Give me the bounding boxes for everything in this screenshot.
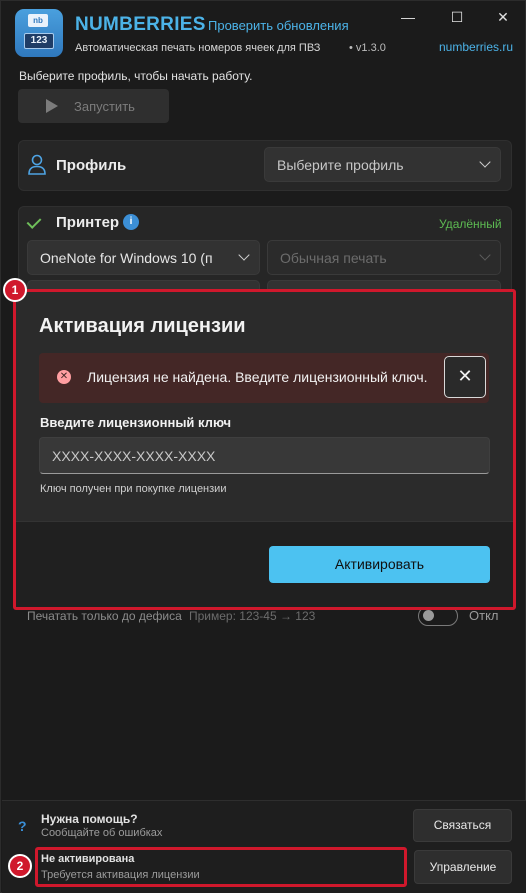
license-key-help: Ключ получен при покупке лицензии bbox=[40, 483, 227, 495]
website-link[interactable]: numberries.ru bbox=[439, 40, 513, 54]
logo-nb-text: nb bbox=[28, 14, 48, 27]
printer-select-value: OneNote for Windows 10 (п bbox=[40, 250, 213, 266]
app-title: NUMBERRIES bbox=[75, 14, 206, 35]
contact-button[interactable]: Связаться bbox=[413, 809, 512, 842]
play-icon bbox=[46, 99, 58, 113]
dash-setting-label: Печатать только до дефиса bbox=[27, 609, 182, 623]
print-mode-value: Обычная печать bbox=[280, 250, 387, 266]
maximize-button[interactable]: ☐ bbox=[445, 5, 469, 29]
license-status-title: Не активирована bbox=[41, 853, 135, 865]
help-title: Нужна помощь? bbox=[41, 812, 138, 826]
close-icon[interactable]: ✕ bbox=[444, 356, 486, 398]
error-icon: ✕ bbox=[57, 370, 71, 384]
question-icon: ? bbox=[18, 818, 27, 834]
activate-button[interactable]: Активировать bbox=[269, 546, 490, 583]
chevron-down-icon bbox=[479, 249, 491, 261]
profile-select[interactable]: Выберите профиль bbox=[264, 147, 501, 182]
error-message: Лицензия не найдена. Введите лицензионны… bbox=[87, 369, 428, 385]
marker-badge-2: 2 bbox=[8, 854, 32, 878]
info-icon[interactable]: i bbox=[123, 214, 139, 230]
license-key-label: Введите лицензионный ключ bbox=[40, 415, 232, 430]
chevron-down-icon bbox=[238, 249, 250, 261]
marker-badge-1: 1 bbox=[3, 278, 27, 302]
app-window: nb 123 NUMBERRIES Проверить обновления А… bbox=[0, 0, 526, 893]
toggle-state-label: Откл bbox=[469, 608, 499, 623]
printer-label: Принтер bbox=[56, 214, 120, 231]
app-version: • v1.3.0 bbox=[349, 42, 386, 54]
run-button-label: Запустить bbox=[74, 99, 135, 114]
license-status-subtitle: Требуется активация лицензии bbox=[41, 869, 200, 881]
dash-setting-example: Пример: 123-45 → 123 bbox=[189, 609, 316, 623]
close-window-button[interactable]: ✕ bbox=[491, 5, 515, 29]
start-hint: Выберите профиль, чтобы начать работу. bbox=[19, 69, 253, 83]
license-key-input[interactable] bbox=[39, 437, 490, 474]
dialog-title: Активация лицензии bbox=[39, 315, 246, 337]
chevron-down-icon bbox=[479, 156, 491, 168]
logo-number-text: 123 bbox=[24, 33, 54, 49]
user-icon bbox=[28, 154, 46, 175]
print-mode-select[interactable]: Обычная печать bbox=[267, 240, 501, 275]
app-subtitle: Автоматическая печать номеров ячеек для … bbox=[75, 42, 321, 54]
app-logo: nb 123 bbox=[15, 9, 63, 57]
printer-status: Удалённый bbox=[439, 217, 502, 231]
help-subtitle: Сообщайте об ошибках bbox=[41, 827, 163, 839]
toggle-knob bbox=[423, 610, 434, 621]
printer-select[interactable]: OneNote for Windows 10 (п bbox=[27, 240, 260, 275]
check-updates-link[interactable]: Проверить обновления bbox=[208, 18, 349, 33]
run-button[interactable]: Запустить bbox=[18, 89, 169, 123]
minimize-button[interactable]: — bbox=[396, 5, 420, 29]
manage-button[interactable]: Управление bbox=[414, 850, 512, 884]
profile-select-value: Выберите профиль bbox=[277, 157, 404, 173]
profile-label: Профиль bbox=[56, 157, 127, 174]
